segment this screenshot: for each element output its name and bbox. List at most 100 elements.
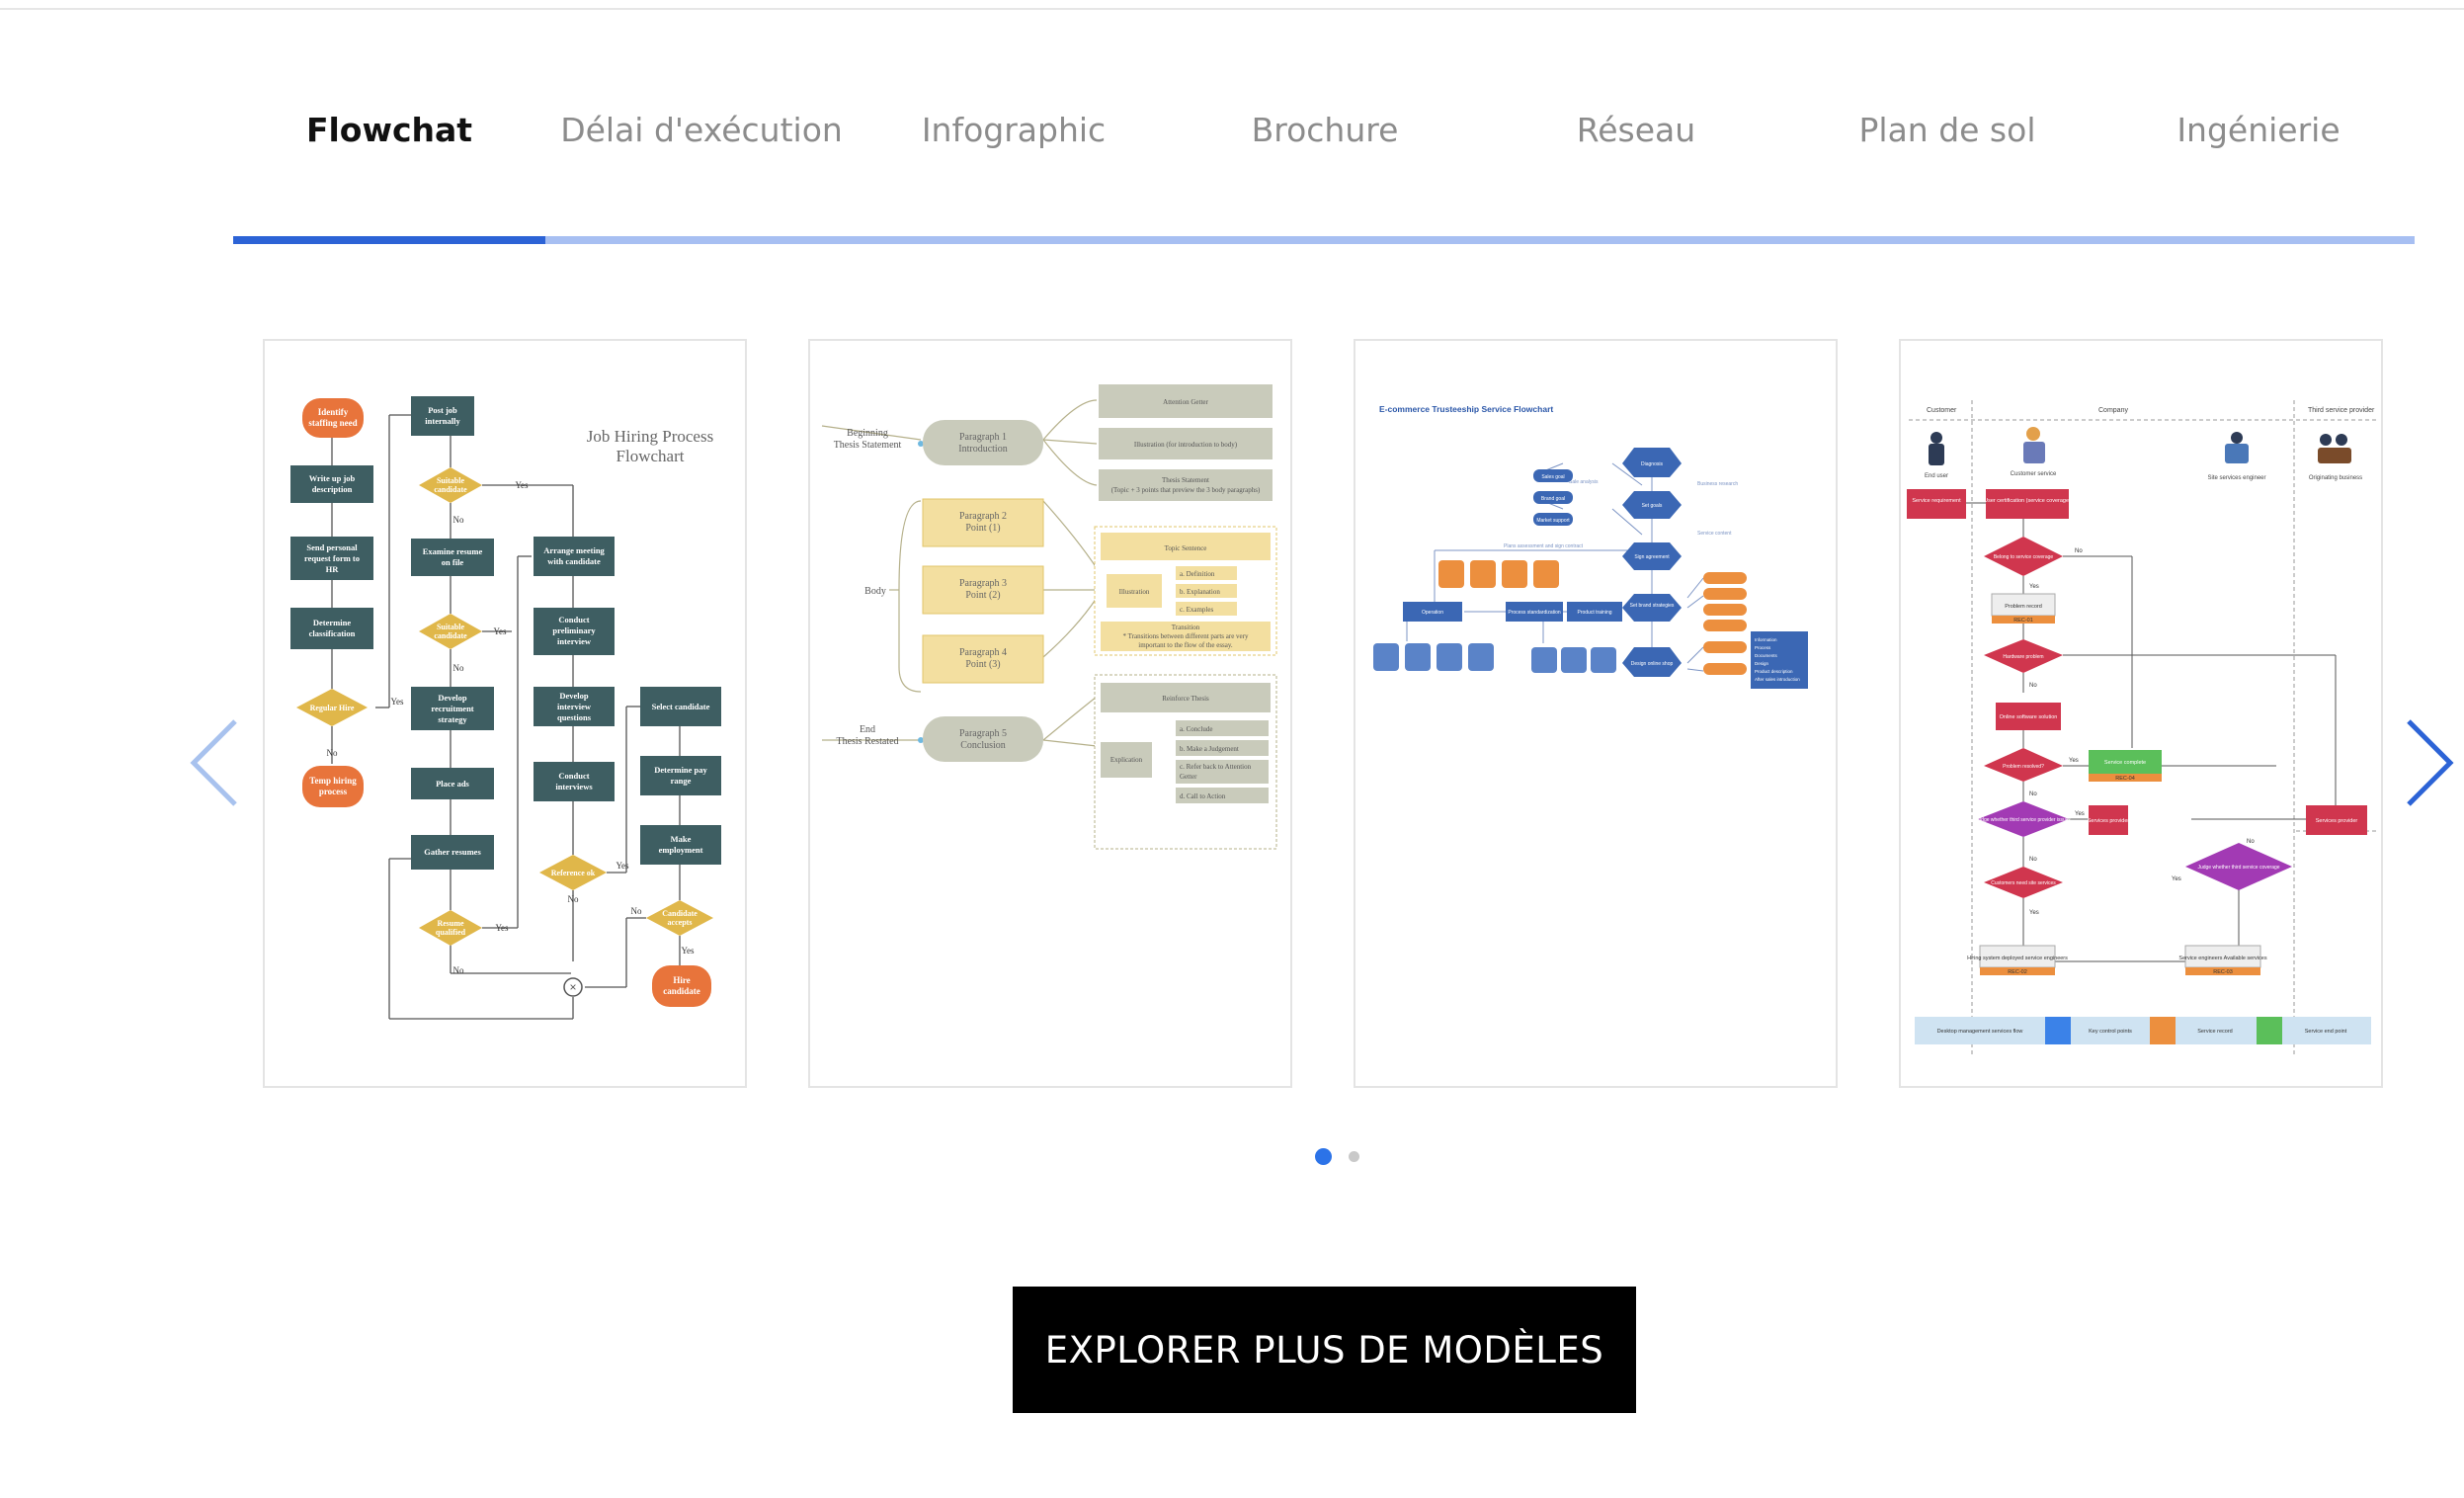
svg-text:No: No: [2029, 683, 2037, 689]
svg-text:Explication: Explication: [1110, 756, 1143, 764]
tab-infographic[interactable]: Infographic: [858, 107, 1170, 154]
svg-text:Hiring system deployed service: Hiring system deployed service engineers: [1967, 956, 2068, 961]
svg-text:Point (1): Point (1): [965, 523, 1000, 534]
tab-active-indicator: [233, 236, 545, 244]
svg-text:process: process: [319, 787, 348, 796]
svg-text:on file: on file: [442, 557, 464, 567]
svg-text:Product description: Product description: [1755, 669, 1793, 674]
svg-text:Place ads: Place ads: [436, 779, 469, 789]
svg-text:Belong to service coverage: Belong to service coverage: [1994, 554, 2054, 560]
svg-text:Yes: Yes: [495, 923, 509, 933]
svg-text:No: No: [568, 894, 579, 904]
svg-text:Product training: Product training: [1577, 610, 1611, 616]
svg-text:Conclusion: Conclusion: [960, 740, 1006, 751]
svg-text:Suitable: Suitable: [437, 623, 464, 631]
svg-text:d. Call to Action: d. Call to Action: [1180, 792, 1226, 800]
template-card-swimlane[interactable]: Customer Company Third service provider …: [1899, 339, 2383, 1088]
svg-text:Service engineers Available se: Service engineers Available services: [2178, 956, 2266, 961]
svg-text:Post job: Post job: [428, 405, 457, 415]
svg-text:Service content: Service content: [1697, 531, 1732, 537]
svg-text:b. Make a Judgement: b. Make a Judgement: [1180, 745, 1239, 753]
svg-text:Yes: Yes: [681, 946, 695, 956]
svg-text:No: No: [2029, 791, 2037, 797]
svg-text:Yes: Yes: [2029, 910, 2039, 916]
svg-text:Job Hiring Process: Job Hiring Process: [587, 427, 713, 446]
svg-text:User certification (service co: User certification (service coverage): [1984, 498, 2071, 504]
svg-text:Service requirement: Service requirement: [1912, 498, 1961, 504]
carousel-next-button[interactable]: [2395, 713, 2464, 812]
svg-text:End: End: [860, 724, 875, 735]
template-card-essay-outline[interactable]: Beginning Thesis Statement Body End Thes…: [808, 339, 1292, 1088]
svg-text:Yes: Yes: [515, 480, 529, 490]
svg-text:Yes: Yes: [493, 626, 507, 636]
svg-text:preliminary: preliminary: [552, 625, 596, 635]
svg-text:Determine pay: Determine pay: [654, 765, 707, 775]
top-divider: [0, 8, 2464, 10]
svg-text:Yes: Yes: [2069, 758, 2079, 764]
svg-text:description: description: [312, 484, 353, 494]
svg-text:REC-04: REC-04: [2115, 776, 2135, 782]
svg-text:REC-01: REC-01: [2013, 618, 2033, 624]
carousel-prev-button[interactable]: [180, 713, 249, 812]
svg-text:Conduct: Conduct: [558, 615, 589, 624]
svg-text:c. Examples: c. Examples: [1180, 606, 1213, 614]
svg-text:Sale analysis: Sale analysis: [1569, 479, 1599, 485]
svg-text:questions: questions: [557, 712, 592, 722]
chevron-right-icon: [2407, 719, 2454, 806]
svg-text:c. Refer back to Attention: c. Refer back to Attention: [1180, 763, 1252, 771]
tab-plan-de-sol[interactable]: Plan de sol: [1791, 107, 2103, 154]
svg-text:Service complete: Service complete: [2104, 760, 2146, 766]
svg-text:internally: internally: [425, 416, 460, 426]
svg-text:Plans assessment and sign cont: Plans assessment and sign contract: [1504, 543, 1584, 549]
svg-text:Body: Body: [864, 586, 886, 597]
svg-text:No: No: [327, 748, 338, 758]
svg-text:Introduction: Introduction: [958, 444, 1007, 455]
svg-text:Services provider: Services provider: [2316, 818, 2358, 824]
svg-text:Company: Company: [2098, 407, 2128, 414]
chevron-left-icon: [190, 719, 237, 806]
explore-more-templates-button[interactable]: EXPLORER PLUS DE MODÈLES: [1013, 1287, 1636, 1413]
svg-text:Point (3): Point (3): [965, 659, 1000, 670]
tab-ingenierie[interactable]: Ingénierie: [2102, 107, 2415, 154]
svg-text:Yes: Yes: [2075, 811, 2085, 817]
svg-text:Make: Make: [671, 834, 692, 844]
svg-text:Customers need site services: Customers need site services: [1991, 880, 2056, 886]
svg-text:No: No: [2075, 548, 2083, 554]
svg-text:Illustration (for introduction: Illustration (for introduction to body): [1134, 441, 1238, 449]
template-card-ecommerce[interactable]: E-commerce Trusteeship Service Flowchart…: [1354, 339, 1838, 1088]
svg-text:interview: interview: [557, 636, 592, 646]
tab-flowchat[interactable]: Flowchat: [233, 107, 545, 154]
svg-text:Customer: Customer: [1927, 407, 1957, 414]
svg-text:Online software solution: Online software solution: [2000, 714, 2058, 720]
svg-text:REC-03: REC-03: [2213, 969, 2233, 975]
carousel-dot-2[interactable]: [1349, 1151, 1359, 1162]
job-hiring-flowchart-thumbnail: × Yes No Yes No Yes No Yes No Yes No No …: [290, 396, 721, 1020]
tab-reseau[interactable]: Réseau: [1480, 107, 1792, 154]
svg-text:Service end point: Service end point: [2305, 1029, 2347, 1035]
svg-text:Flowchart: Flowchart: [616, 447, 685, 465]
svg-text:Yes: Yes: [2029, 584, 2039, 590]
carousel-dot-1[interactable]: [1315, 1148, 1332, 1165]
svg-text:Identify: Identify: [318, 407, 349, 417]
svg-text:Design online shop: Design online shop: [1631, 661, 1674, 667]
svg-text:No: No: [453, 965, 464, 975]
template-card-job-hiring[interactable]: × Yes No Yes No Yes No Yes No Yes No No …: [263, 339, 747, 1088]
svg-text:Business research: Business research: [1697, 481, 1738, 487]
svg-text:accepts: accepts: [668, 918, 693, 927]
svg-text:Customer service: Customer service: [2011, 471, 2057, 477]
svg-text:candidate: candidate: [434, 631, 467, 640]
svg-text:employment: employment: [659, 845, 703, 855]
svg-text:Reference ok: Reference ok: [551, 869, 596, 877]
svg-text:Problem resolved?: Problem resolved?: [2003, 764, 2044, 770]
svg-text:Getter: Getter: [1180, 773, 1197, 781]
svg-text:No: No: [453, 515, 464, 525]
svg-text:staffing need: staffing need: [308, 418, 357, 428]
svg-text:Service record: Service record: [2197, 1029, 2232, 1035]
svg-text:Sales goal: Sales goal: [1541, 474, 1564, 480]
svg-text:Yes: Yes: [390, 697, 404, 707]
svg-text:Thesis Restated: Thesis Restated: [836, 736, 898, 747]
svg-text:Illustration: Illustration: [1119, 588, 1150, 596]
tab-brochure[interactable]: Brochure: [1169, 107, 1481, 154]
tab-delai-execution[interactable]: Délai d'exécution: [545, 107, 858, 154]
svg-text:No: No: [631, 906, 642, 916]
